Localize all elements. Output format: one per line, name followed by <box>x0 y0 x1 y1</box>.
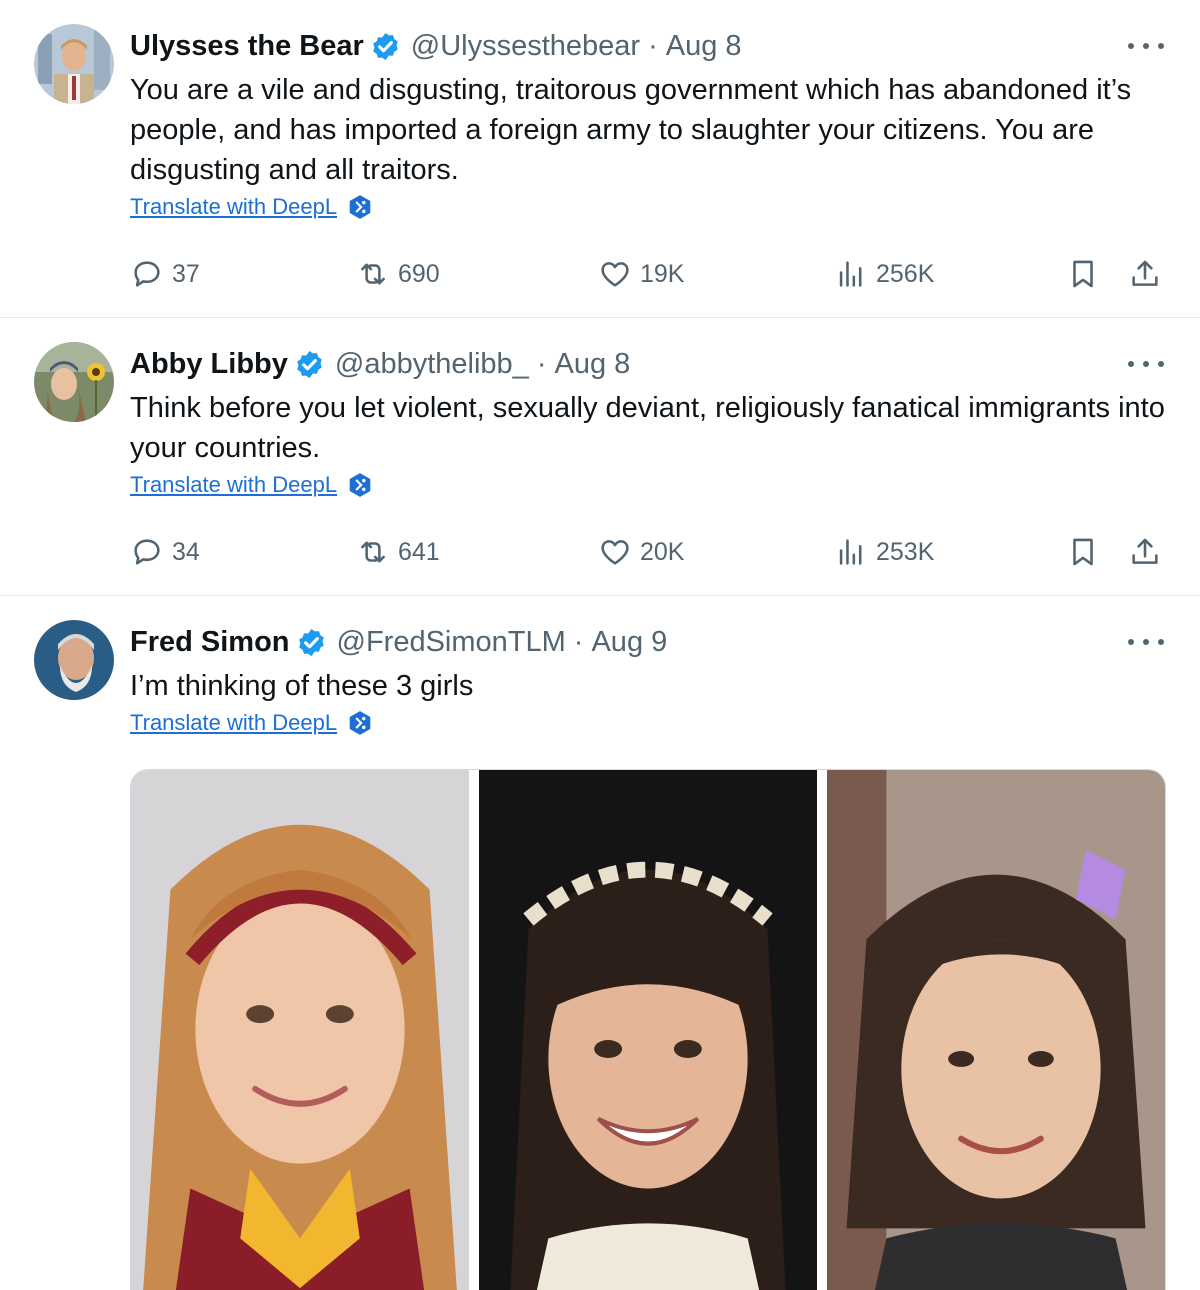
translate-button[interactable]: Translate with DeepL <box>130 710 373 736</box>
verified-badge-icon <box>298 628 324 656</box>
deepl-icon <box>349 195 371 219</box>
heart-icon <box>601 540 629 565</box>
reply-icon <box>134 261 160 287</box>
reply-button[interactable]: 34 <box>130 532 200 572</box>
translate-link[interactable]: Translate with DeepL <box>130 194 337 220</box>
separator: · <box>536 347 547 380</box>
photo[interactable] <box>827 770 1165 1290</box>
tweet[interactable]: Abby Libby @abbythelibb_ · Aug 8 Think b… <box>0 318 1200 596</box>
translate-link[interactable]: Translate with DeepL <box>130 472 337 498</box>
timestamp[interactable]: Aug 8 <box>666 30 742 63</box>
reply-count: 34 <box>172 537 200 566</box>
photo[interactable] <box>131 770 469 1290</box>
views-button[interactable]: 256K <box>834 254 934 294</box>
display-name[interactable]: Abby Libby <box>130 348 288 381</box>
view-count: 256K <box>876 259 935 288</box>
handle[interactable]: @FredSimonTLM <box>337 626 566 659</box>
handle[interactable]: @abbythelibb_ <box>335 348 529 381</box>
like-count: 20K <box>640 537 685 566</box>
avatar[interactable] <box>34 342 114 422</box>
separator: · <box>573 625 584 658</box>
media-gallery[interactable] <box>130 769 1166 1290</box>
more-options-icon[interactable] <box>1128 632 1164 652</box>
reply-icon <box>134 539 160 565</box>
tweet-actions: 37 690 19K 256K <box>130 254 1170 294</box>
reply-button[interactable]: 37 <box>130 254 200 294</box>
retweet-icon <box>361 263 385 285</box>
translate-link[interactable]: Translate with DeepL <box>130 710 337 736</box>
views-chart-icon <box>839 539 862 565</box>
timestamp[interactable]: Aug 8 <box>554 348 630 381</box>
translate-button[interactable]: Translate with DeepL <box>130 194 373 220</box>
more-options-icon[interactable] <box>1128 354 1164 374</box>
tweet-actions: 34 641 20K 253K <box>130 532 1170 572</box>
like-button[interactable]: 19K <box>598 254 684 294</box>
separator: · <box>648 29 658 62</box>
retweet-button[interactable]: 690 <box>356 254 440 294</box>
tweet-text: You are a vile and disgusting, traitorou… <box>130 74 1132 186</box>
verified-badge-icon <box>372 32 398 60</box>
share-button[interactable] <box>1128 532 1162 572</box>
tweet[interactable]: Ulysses the Bear @Ulyssesthebear · Aug 8… <box>0 0 1200 318</box>
display-name[interactable]: Fred Simon <box>130 626 290 659</box>
share-icon <box>1132 538 1158 564</box>
bookmark-button[interactable] <box>1066 254 1100 294</box>
avatar[interactable] <box>34 24 114 104</box>
tweet-header: Ulysses the Bear @Ulyssesthebear · Aug 8 <box>130 26 742 66</box>
bookmark-button[interactable] <box>1066 532 1100 572</box>
verified-badge-icon <box>297 350 322 378</box>
tweet[interactable]: Fred Simon @FredSimonTLM · Aug 9 I’m thi… <box>0 596 1200 1290</box>
views-button[interactable]: 253K <box>834 532 934 572</box>
deepl-icon <box>349 711 371 735</box>
like-button[interactable]: 20K <box>598 532 684 572</box>
more-options-icon[interactable] <box>1128 36 1164 56</box>
display-name[interactable]: Ulysses the Bear <box>130 30 364 63</box>
like-count: 19K <box>640 259 685 288</box>
tweet-header: Abby Libby @abbythelibb_ · Aug 8 <box>130 344 630 384</box>
bookmark-icon <box>1073 538 1093 566</box>
retweet-icon <box>361 541 385 563</box>
retweet-count: 641 <box>398 537 440 566</box>
share-button[interactable] <box>1128 254 1162 294</box>
tweet-header: Fred Simon @FredSimonTLM · Aug 9 <box>130 622 667 662</box>
timestamp[interactable]: Aug 9 <box>591 626 667 659</box>
view-count: 253K <box>876 537 935 566</box>
heart-icon <box>601 262 629 287</box>
retweet-count: 690 <box>398 259 440 288</box>
tweet-text: I’m thinking of these 3 girls <box>130 670 474 702</box>
translate-button[interactable]: Translate with DeepL <box>130 472 373 498</box>
share-icon <box>1132 260 1158 286</box>
views-chart-icon <box>839 261 862 287</box>
photo[interactable] <box>479 770 817 1290</box>
tweet-text: Think before you let violent, sexually d… <box>130 392 1165 464</box>
reply-count: 37 <box>172 259 200 288</box>
bookmark-icon <box>1073 260 1093 288</box>
avatar[interactable] <box>34 620 114 700</box>
deepl-icon <box>349 473 371 497</box>
retweet-button[interactable]: 641 <box>356 532 440 572</box>
handle[interactable]: @Ulyssesthebear <box>411 30 640 63</box>
